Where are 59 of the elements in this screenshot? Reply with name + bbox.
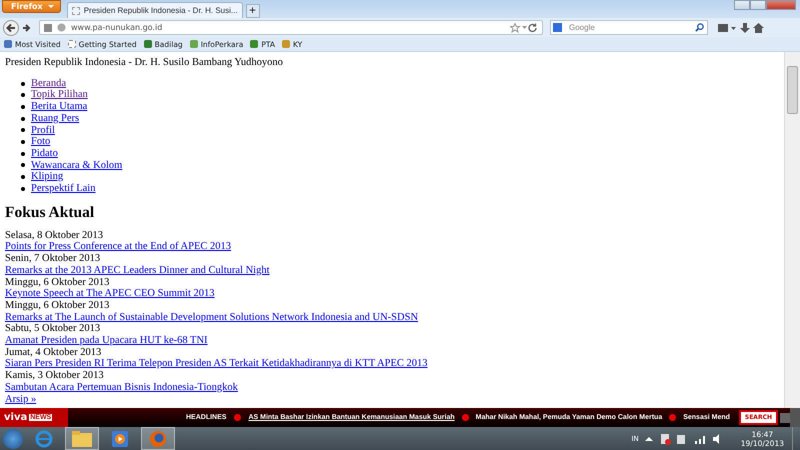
search-field[interactable]: Google <box>550 20 708 35</box>
entry-date: Senin, 7 Oktober 2013 <box>5 253 102 265</box>
bullet-icon <box>21 82 25 86</box>
star-reload-icons-drawing[interactable] <box>510 22 538 32</box>
bullet-icon <box>21 175 25 180</box>
nav-link[interactable]: Pidato <box>31 148 58 160</box>
bullet-icon <box>234 414 242 421</box>
address-bar[interactable]: www.pa-nunukan.go.id <box>39 20 543 35</box>
entry-link[interactable]: Remarks at the 2013 APEC Leaders Dinner and Cultural Night <box>5 264 270 276</box>
archive-link[interactable]: Arsip » <box>5 394 36 405</box>
search-icon[interactable] <box>695 23 704 32</box>
firefox-taskbar-icon[interactable] <box>141 427 175 450</box>
bullet-icon <box>21 93 25 98</box>
nav-link[interactable]: Foto <box>31 136 50 148</box>
bullet-icon <box>21 140 25 144</box>
entry-link[interactable]: Points for Press Conference at the End of APEC 2013 <box>5 241 232 252</box>
bookmarks-menu-icon[interactable] <box>717 22 737 32</box>
entry-date: Minggu, 6 Oktober 2013 <box>5 276 110 288</box>
entry-date: Selasa, 8 Oktober 2013 <box>5 230 104 242</box>
page-icon <box>72 6 80 14</box>
bullet-icon <box>21 152 25 156</box>
entry-link[interactable]: Siaran Pers Presiden RI Terima Telepon Presiden AS Terkait Ketidakhadirannya di KTT APEC 2013 <box>5 358 428 370</box>
nav-link[interactable]: Kliping <box>31 171 64 184</box>
entry-link[interactable]: Keynote Speech at The APEC CEO Summit 2013 <box>5 288 214 300</box>
back-icon[interactable] <box>3 20 19 36</box>
scrollbar[interactable] <box>784 52 800 408</box>
bullet-icon <box>21 104 25 109</box>
google-icon <box>553 23 562 32</box>
bullet-icon <box>462 414 469 421</box>
entry-date: Sabtu, 5 Oktober 2013 <box>5 323 102 336</box>
forward-icon[interactable] <box>22 22 32 32</box>
start-button[interactable] <box>3 428 23 448</box>
bullet-icon <box>669 414 676 421</box>
entry-link[interactable]: Amanat Presiden pada Upacara HUT ke-68 TNI <box>5 335 208 346</box>
download-icon[interactable] <box>740 22 750 32</box>
maximize-icon[interactable] <box>750 0 766 10</box>
site-title: Presiden Republik Indonesia - Dr. H. Susilo Bambang Yudhoyono <box>5 57 284 69</box>
bullet-icon <box>21 128 25 132</box>
new-tab-button[interactable]: + <box>246 4 260 18</box>
nav-link[interactable]: Berita Utama <box>31 101 88 113</box>
entry-link[interactable]: Remarks at The Launch of Sustainable Development Solutions Network Indonesia and UN-SDSN <box>5 312 418 323</box>
home-icon[interactable] <box>753 22 764 32</box>
minimize-icon[interactable] <box>734 0 750 10</box>
nav-link[interactable]: Perspektif Lain <box>31 183 96 195</box>
nav-link[interactable]: Wawancara & Kolom <box>31 160 122 172</box>
folder-taskbar-icon[interactable] <box>65 427 99 450</box>
browser-tab[interactable]: Presiden Republik Indonesia - Dr. H. Susi... <box>66 2 243 18</box>
bullet-icon <box>21 163 25 168</box>
section-heading: Fokus Aktual <box>5 204 96 222</box>
entry-date: Kamis, 3 Oktober 2013 <box>5 370 105 382</box>
nav-link[interactable]: Beranda <box>31 78 66 90</box>
bullet-icon <box>21 186 25 191</box>
nav-link[interactable]: Ruang Pers <box>31 112 80 125</box>
nav-link[interactable]: Profil <box>31 124 55 136</box>
nav-link[interactable]: Topik Pilihan <box>31 89 88 102</box>
entry-date: Minggu, 6 Oktober 2013 <box>5 300 110 312</box>
entry-link[interactable]: Sambutan Acara Pertemuan Bisnis Indonesia-Tiongkok <box>5 382 238 393</box>
bullet-icon <box>21 116 25 121</box>
entry-date: Jumat, 4 Oktober 2013 <box>5 346 102 358</box>
